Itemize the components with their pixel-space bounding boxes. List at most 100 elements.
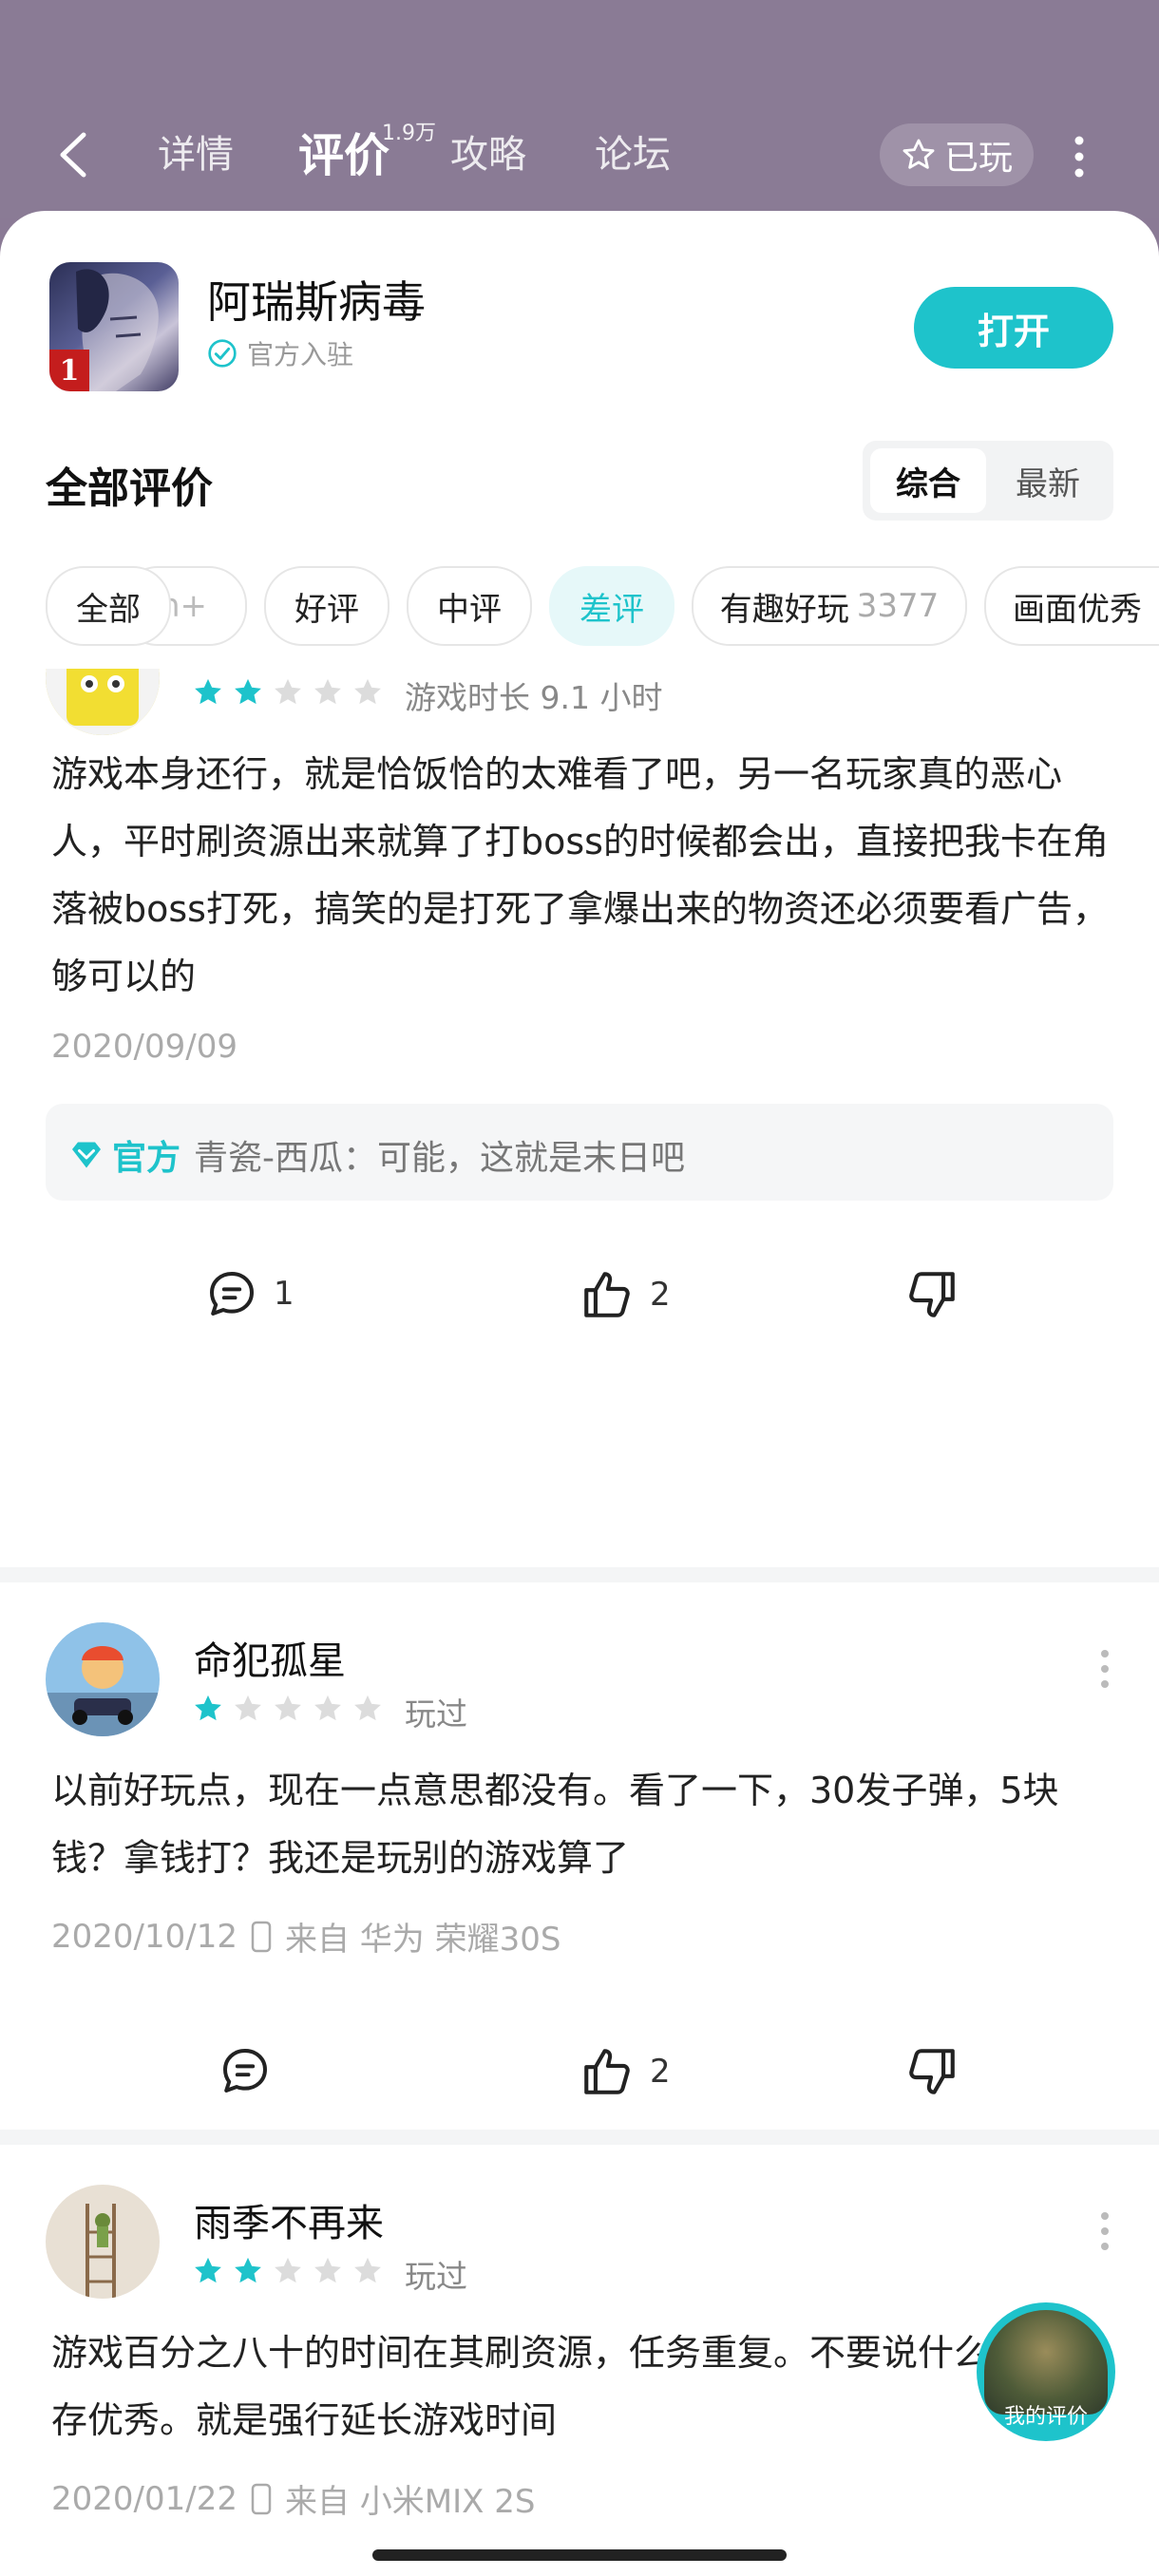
official-label: 官方入驻 [247, 339, 354, 370]
star-empty-icon [314, 1695, 341, 1721]
review-list[interactable]: 青山 游戏时长 9.1 小时 游戏本身还行，就是恰饭恰的太难看了吧，另一名玩家真… [0, 669, 1159, 2576]
review-text: 以前好玩点，现在一点意思都没有。看了一下，30发子弹，5块钱？拿钱打？我还是玩别… [51, 1770, 1059, 1879]
like-button[interactable]: 2 [580, 1267, 671, 1322]
dislike-button[interactable] [904, 1267, 960, 1322]
filter-chip-fun-count: 3377 [856, 587, 940, 625]
sort-toggle: 综合 最新 [863, 441, 1113, 521]
open-app-button[interactable]: 打开 [914, 287, 1113, 369]
filter-chip-fun[interactable]: 有趣好玩 3377 [692, 566, 967, 646]
comment-button[interactable]: 1 [205, 1267, 294, 1320]
comment-count: 1 [274, 1275, 294, 1313]
diamond-heart-icon [72, 1142, 101, 1168]
filter-chip-fun-label: 有趣好玩 [719, 590, 849, 629]
filter-chip-positive[interactable]: 好评 [264, 566, 390, 646]
star-filled-icon [235, 2257, 261, 2283]
thumbs-up-icon [584, 1272, 630, 1317]
star-rating [192, 2255, 384, 2287]
thumbs-down-icon [909, 1272, 955, 1317]
divider [0, 2130, 1159, 2145]
star-empty-icon [354, 2257, 381, 2283]
tab-guides[interactable]: 攻略 [450, 123, 526, 179]
review-actions: 1 2 [0, 1267, 1159, 1334]
review-username[interactable]: 雨季不再来 [194, 2192, 384, 2247]
comment-icon [223, 2049, 267, 2093]
star-outline-icon [902, 139, 935, 169]
ladder-figure-avatar-icon [46, 2185, 160, 2299]
avatar[interactable] [46, 669, 160, 735]
back-arrow-icon[interactable] [57, 131, 89, 179]
play-duration: 游戏时长 9.1 小时 [405, 679, 663, 716]
review-date-text: 2020/09/09 [51, 1028, 238, 1066]
review-actions: 2 [0, 2044, 1159, 2111]
sort-composite[interactable]: 综合 [870, 448, 986, 513]
device-text: 来自 小米MIX 2S [284, 2483, 536, 2521]
star-rating [192, 676, 384, 709]
played-button[interactable]: 已玩 [880, 123, 1034, 186]
tab-forum[interactable]: 论坛 [595, 123, 671, 179]
review-card: 青山 游戏时长 9.1 小时 游戏本身还行，就是恰饭恰的太难看了吧，另一名玩家真… [0, 669, 1159, 1391]
home-indicator[interactable] [372, 2549, 787, 2561]
star-filled-icon [195, 1695, 221, 1721]
like-count: 2 [650, 2053, 671, 2091]
official-badge: 官方入驻 [207, 334, 353, 372]
star-filled-icon [195, 2257, 221, 2283]
star-empty-icon [235, 1695, 261, 1721]
star-filled-icon [235, 678, 261, 705]
play-status: 玩过 [405, 2258, 467, 2295]
star-empty-icon [275, 2257, 301, 2283]
tab-reviews[interactable]: 评价 [298, 118, 390, 184]
top-nav-bar: 详情 评价 1.9万 攻略 论坛 已玩 [0, 0, 1159, 218]
dislike-button[interactable] [904, 2044, 960, 2099]
divider [0, 1567, 1159, 1582]
my-review-label: 我的评价 [1003, 2405, 1088, 2429]
app-icon-badge: 1 [49, 350, 89, 391]
filter-chip-negative[interactable]: 差评 [549, 566, 674, 646]
reply-text: ：可能，这就是末日吧 [343, 1139, 686, 1178]
phone-icon [251, 2483, 272, 2514]
official-tag: 官方 [112, 1139, 181, 1178]
sponge-avatar-icon [46, 669, 160, 735]
star-empty-icon [354, 678, 381, 705]
official-reply[interactable]: 官方 青瓷-西瓜 ：可能，这就是末日吧 [46, 1104, 1113, 1201]
tab-details[interactable]: 详情 [158, 123, 234, 179]
filter-chip-graphics[interactable]: 画面优秀 [984, 566, 1159, 646]
review-date-text: 2020/10/12 [51, 1917, 238, 1956]
review-card: 命犯孤星 玩过 以前好玩点，现在一点意思都没有。看了一下，30发子弹，5块钱？拿… [0, 1582, 1159, 2114]
like-button[interactable]: 2 [580, 2044, 671, 2099]
play-status: 玩过 [405, 1695, 467, 1733]
content-sheet: 1 阿瑞斯病毒 官方入驻 打开 全部评价 综合 最新 h+ 全部 好评 中评 差… [0, 211, 1159, 2576]
played-label: 已玩 [943, 139, 1013, 178]
avatar[interactable] [46, 1622, 160, 1736]
thumbs-up-icon [584, 2049, 630, 2094]
reply-author: 青瓷-西瓜 [194, 1139, 344, 1178]
star-rating [192, 1693, 384, 1725]
review-text: 游戏本身还行，就是恰饭恰的太难看了吧，另一名玩家真的恶心人，平时刷资源出来就算了… [51, 753, 1109, 997]
review-username[interactable]: 命犯孤星 [194, 1630, 346, 1685]
device-text: 来自 华为 荣耀30S [284, 1921, 561, 1959]
review-text: 游戏百分之八十的时间在其刷资源，任务重复。不要说什么狗屁生存优秀。就是强行延长游… [51, 2332, 1099, 2441]
star-empty-icon [275, 678, 301, 705]
more-options-icon[interactable] [1098, 1647, 1112, 1691]
sort-latest[interactable]: 最新 [990, 448, 1106, 513]
star-empty-icon [275, 1695, 301, 1721]
thumbs-down-icon [909, 2049, 955, 2094]
filter-chip-all[interactable]: 全部 [46, 566, 171, 646]
more-options-icon[interactable] [1070, 133, 1089, 180]
like-count: 2 [650, 1276, 671, 1314]
official-reply-content: 官方 青瓷-西瓜 ：可能，这就是末日吧 [68, 1130, 685, 1180]
filter-chip-neutral[interactable]: 中评 [407, 566, 532, 646]
review-date: 2020/10/12 来自 华为 荣耀30S [51, 1913, 560, 1960]
star-filled-icon [195, 678, 221, 705]
comment-button[interactable] [218, 2044, 272, 2097]
filter-chips: h+ 全部 好评 中评 差评 有趣好玩 3377 画面优秀 [0, 566, 1159, 646]
section-title: 全部评价 [46, 464, 213, 513]
more-options-icon[interactable] [1098, 2209, 1112, 2253]
kart-racer-avatar-icon [46, 1622, 160, 1736]
avatar[interactable] [46, 2185, 160, 2299]
review-date-text: 2020/01/22 [51, 2479, 238, 2518]
app-name: 阿瑞斯病毒 [207, 276, 426, 328]
my-review-button[interactable]: 我的评价 [977, 2302, 1115, 2441]
star-empty-icon [314, 678, 341, 705]
review-date: 2020/09/09 [51, 1028, 238, 1066]
star-empty-icon [354, 1695, 381, 1721]
